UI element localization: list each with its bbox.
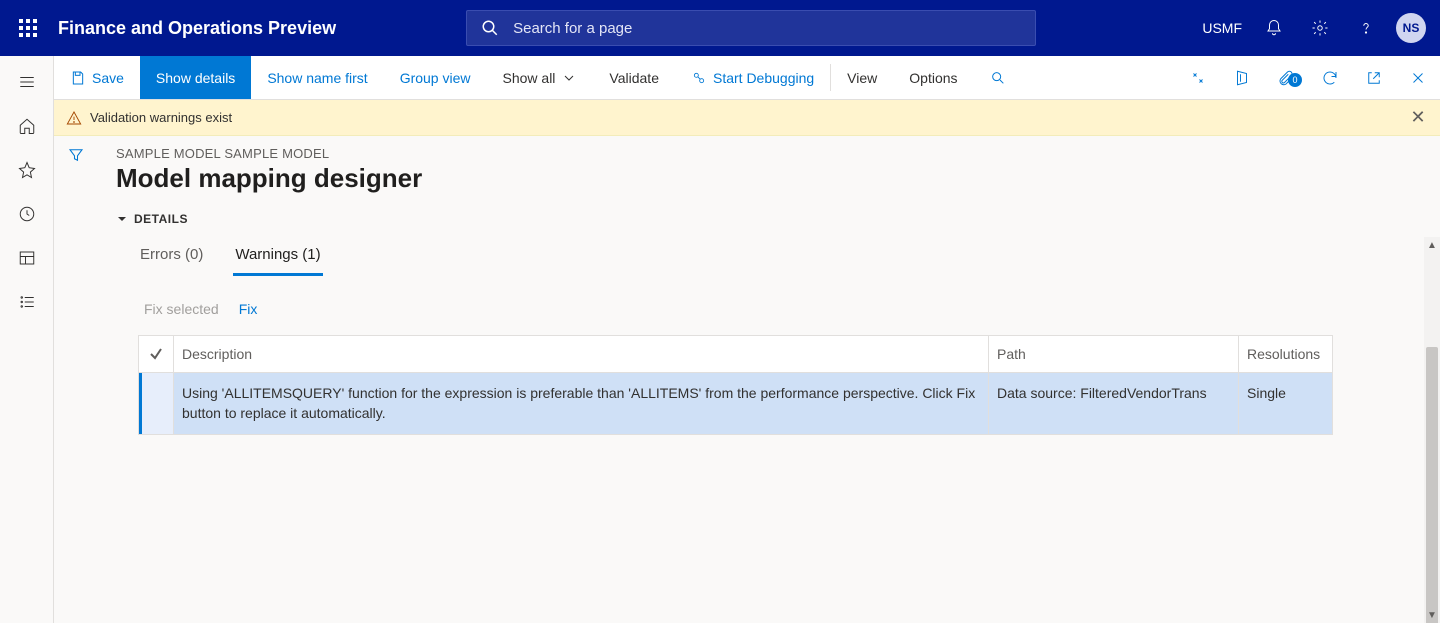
breadcrumb: SAMPLE MODEL SAMPLE MODEL <box>116 146 1422 161</box>
home-icon[interactable] <box>3 104 51 148</box>
caret-down-icon <box>116 213 128 225</box>
save-button[interactable]: Save <box>54 56 140 99</box>
start-debugging-label: Start Debugging <box>713 70 814 86</box>
table-row[interactable]: Using 'ALLITEMSQUERY' function for the e… <box>139 373 1332 434</box>
fix-selected-button: Fix selected <box>144 301 219 317</box>
search-placeholder: Search for a page <box>513 20 632 37</box>
topbar: Finance and Operations Preview Search fo… <box>0 0 1440 56</box>
app-launcher-icon[interactable] <box>8 8 48 48</box>
hamburger-icon[interactable] <box>3 60 51 104</box>
warning-icon <box>66 110 82 126</box>
search-icon <box>481 19 499 37</box>
search-input[interactable]: Search for a page <box>466 10 1036 46</box>
row-selector[interactable] <box>139 373 173 434</box>
warning-text: Validation warnings exist <box>90 110 232 125</box>
page-title: Model mapping designer <box>116 163 1422 194</box>
group-view-button[interactable]: Group view <box>384 56 487 99</box>
scrollbar[interactable]: ▲ ▼ <box>1424 237 1440 623</box>
save-icon <box>70 70 86 86</box>
filter-pane-toggle[interactable] <box>54 136 98 623</box>
bell-icon[interactable] <box>1254 8 1294 48</box>
workspace-icon[interactable] <box>3 236 51 280</box>
col-resolutions[interactable]: Resolutions <box>1238 336 1332 372</box>
help-icon[interactable] <box>1346 8 1386 48</box>
company-code[interactable]: USMF <box>1202 20 1242 36</box>
gear-icon[interactable] <box>1300 8 1340 48</box>
close-banner-icon[interactable]: ✕ <box>1408 108 1428 128</box>
personalize-icon[interactable] <box>1176 69 1220 87</box>
open-office-icon[interactable] <box>1220 69 1264 87</box>
popout-icon[interactable] <box>1352 69 1396 87</box>
fix-button[interactable]: Fix <box>239 301 258 317</box>
attachment-count: 0 <box>1288 73 1302 87</box>
find-icon <box>990 70 1006 86</box>
debug-icon <box>691 70 707 86</box>
left-rail <box>0 56 54 623</box>
show-name-first-button[interactable]: Show name first <box>251 56 383 99</box>
scroll-up-icon[interactable]: ▲ <box>1424 237 1440 253</box>
close-page-icon[interactable] <box>1396 69 1440 87</box>
find-button[interactable] <box>974 56 1022 99</box>
view-button[interactable]: View <box>831 56 893 99</box>
show-all-label: Show all <box>503 70 556 86</box>
warnings-grid: Description Path Resolutions Using 'ALLI… <box>138 335 1333 435</box>
details-section-toggle[interactable]: DETAILS <box>116 212 1422 226</box>
scroll-down-icon[interactable]: ▼ <box>1424 607 1440 623</box>
warning-banner: Validation warnings exist ✕ <box>54 100 1440 136</box>
col-description[interactable]: Description <box>173 336 988 372</box>
details-label: DETAILS <box>134 212 188 226</box>
tab-warnings[interactable]: Warnings (1) <box>233 240 322 276</box>
refresh-icon[interactable] <box>1308 69 1352 87</box>
select-all-checkbox[interactable] <box>139 336 173 372</box>
user-avatar[interactable]: NS <box>1396 13 1426 43</box>
chevron-down-icon <box>561 70 577 86</box>
clock-icon[interactable] <box>3 192 51 236</box>
star-icon[interactable] <box>3 148 51 192</box>
attachments-icon[interactable]: 0 <box>1264 69 1308 87</box>
scroll-thumb[interactable] <box>1426 347 1438 623</box>
cell-description: Using 'ALLITEMSQUERY' function for the e… <box>173 373 988 434</box>
start-debugging-button[interactable]: Start Debugging <box>675 56 830 99</box>
app-title: Finance and Operations Preview <box>58 18 336 39</box>
options-button[interactable]: Options <box>893 56 973 99</box>
cell-path: Data source: FilteredVendorTrans <box>988 373 1238 434</box>
col-path[interactable]: Path <box>988 336 1238 372</box>
action-bar: Save Show details Show name first Group … <box>54 56 1440 100</box>
tab-errors[interactable]: Errors (0) <box>138 240 205 276</box>
save-label: Save <box>92 70 124 86</box>
modules-icon[interactable] <box>3 280 51 324</box>
filter-icon <box>67 146 85 164</box>
cell-resolutions: Single <box>1238 373 1332 434</box>
show-all-button[interactable]: Show all <box>487 56 594 99</box>
validate-button[interactable]: Validate <box>593 56 675 99</box>
show-details-button[interactable]: Show details <box>140 56 251 99</box>
